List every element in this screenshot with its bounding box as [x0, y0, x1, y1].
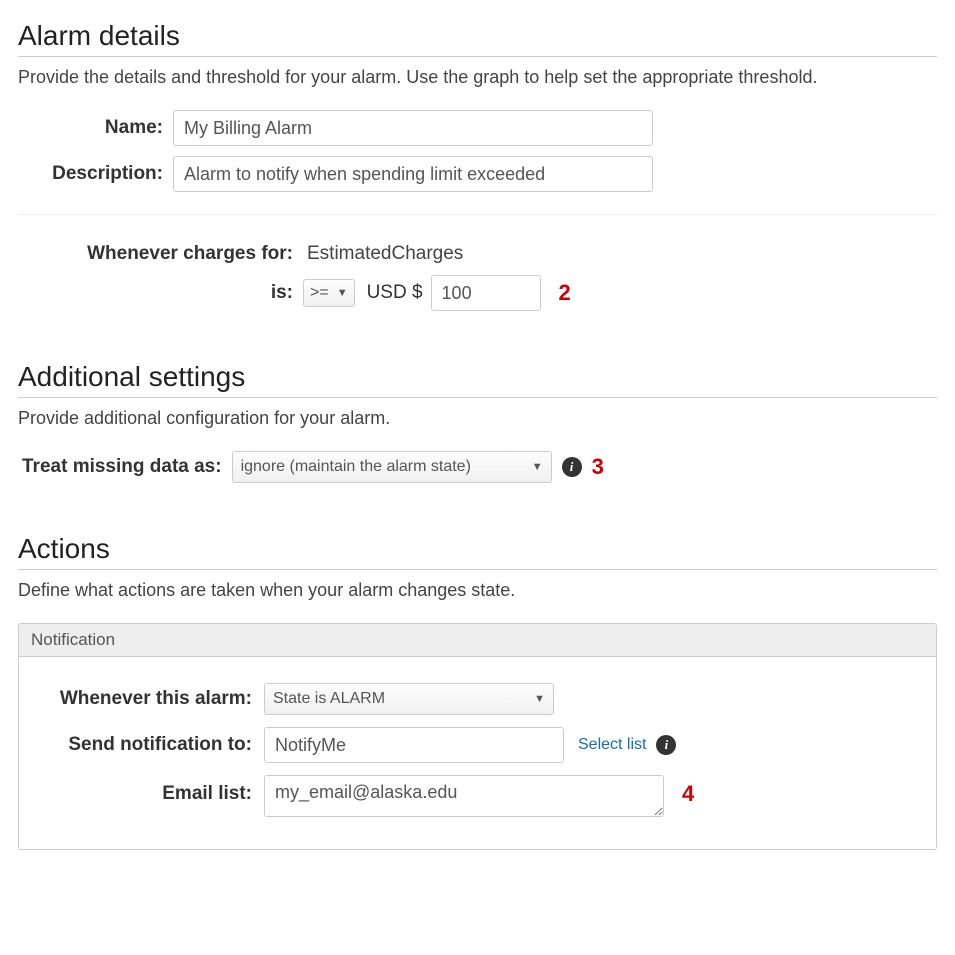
divider — [18, 397, 937, 398]
additional-settings-description: Provide additional configuration for you… — [18, 408, 937, 429]
chevron-down-icon: ▼ — [337, 287, 348, 299]
callout-marker-4: 4 — [682, 775, 694, 807]
currency-label: USD $ — [367, 282, 423, 304]
is-label: is: — [18, 282, 303, 304]
treat-missing-data-value: ignore (maintain the alarm state) — [241, 458, 471, 476]
whenever-charges-label: Whenever charges for: — [18, 243, 303, 265]
additional-settings-heading: Additional settings — [18, 361, 937, 393]
treat-missing-data-select[interactable]: ignore (maintain the alarm state) ▼ — [232, 451, 552, 483]
callout-marker-3: 3 — [592, 454, 604, 480]
divider — [18, 56, 937, 57]
notification-panel: Notification Whenever this alarm: State … — [18, 623, 937, 850]
alarm-description-input[interactable] — [173, 156, 653, 192]
email-list-label: Email list: — [29, 775, 264, 805]
chevron-down-icon: ▼ — [534, 693, 545, 705]
notification-panel-title: Notification — [19, 624, 936, 657]
treat-missing-data-label: Treat missing data as: — [22, 456, 232, 478]
alarm-details-heading: Alarm details — [18, 20, 937, 52]
name-label: Name: — [18, 117, 173, 139]
alarm-state-select[interactable]: State is ALARM ▼ — [264, 683, 554, 715]
threshold-operator-select[interactable]: >= ▼ — [303, 279, 355, 307]
info-icon[interactable]: i — [562, 457, 582, 477]
actions-description: Define what actions are taken when your … — [18, 580, 937, 601]
divider — [18, 569, 937, 570]
actions-heading: Actions — [18, 533, 937, 565]
notification-topic-input[interactable] — [264, 727, 564, 763]
chevron-down-icon: ▼ — [532, 461, 543, 473]
send-notification-to-label: Send notification to: — [29, 734, 264, 756]
callout-marker-2: 2 — [559, 280, 571, 306]
select-list-link[interactable]: Select list — [578, 736, 646, 754]
email-list-input[interactable] — [264, 775, 664, 817]
info-icon[interactable]: i — [656, 735, 676, 755]
alarm-state-value: State is ALARM — [273, 690, 385, 708]
threshold-amount-input[interactable] — [431, 275, 541, 311]
whenever-this-alarm-label: Whenever this alarm: — [29, 688, 264, 710]
alarm-name-input[interactable] — [173, 110, 653, 146]
description-label: Description: — [18, 163, 173, 185]
metric-name-text: EstimatedCharges — [303, 243, 463, 265]
operator-value: >= — [310, 284, 329, 302]
alarm-details-description: Provide the details and threshold for yo… — [18, 67, 937, 88]
